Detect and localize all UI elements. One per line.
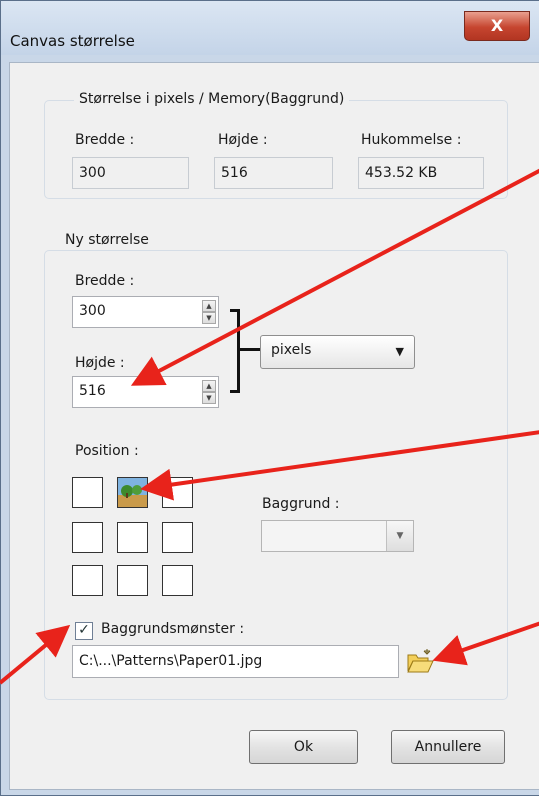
chevron-down-icon: ▼ xyxy=(395,345,404,358)
width-up-arrow-icon[interactable]: ▲ xyxy=(202,300,216,312)
pattern-label: Baggrundsmønster : xyxy=(101,621,245,637)
current-height-label: Højde : xyxy=(218,132,268,148)
position-middle-left[interactable] xyxy=(72,522,103,553)
current-memory-field: 453.52 KB xyxy=(358,157,484,189)
chevron-down-icon[interactable]: ▼ xyxy=(386,521,413,551)
window-title: Canvas størrelse xyxy=(10,32,135,50)
link-bracket-stub xyxy=(240,348,260,351)
position-middle-right[interactable] xyxy=(162,522,193,553)
background-label: Baggrund : xyxy=(262,496,340,512)
link-bracket xyxy=(230,309,240,393)
position-label: Position : xyxy=(75,443,139,459)
new-height-stepper[interactable]: 516 ▲ ▼ xyxy=(72,376,219,408)
ok-button[interactable]: Ok xyxy=(249,730,358,764)
close-icon: X xyxy=(490,16,504,35)
new-width-value: 300 xyxy=(79,303,106,319)
pattern-checkbox[interactable]: ✓ xyxy=(75,622,93,640)
position-top-center[interactable] xyxy=(117,477,148,508)
new-height-value: 516 xyxy=(79,383,106,399)
background-color-dropdown[interactable]: ▼ xyxy=(261,520,414,552)
position-top-left[interactable] xyxy=(72,477,103,508)
new-height-label: Højde : xyxy=(75,355,125,371)
close-button[interactable]: X xyxy=(464,11,530,41)
height-up-arrow-icon[interactable]: ▲ xyxy=(202,380,216,392)
current-width-field: 300 xyxy=(72,157,189,189)
position-center[interactable] xyxy=(117,522,148,553)
pattern-path-field[interactable]: C:\...\Patterns\Paper01.jpg xyxy=(72,645,399,678)
title-bar: Canvas størrelse X xyxy=(1,1,539,55)
landscape-image-icon xyxy=(118,478,147,507)
height-down-arrow-icon[interactable]: ▼ xyxy=(202,392,216,404)
unit-dropdown[interactable]: pixels ▼ xyxy=(260,335,415,369)
unit-selected: pixels xyxy=(271,342,312,358)
new-size-group-title: Ny størrelse xyxy=(60,232,154,248)
width-down-arrow-icon[interactable]: ▼ xyxy=(202,312,216,324)
current-size-group-title: Størrelse i pixels / Memory(Baggrund) xyxy=(74,91,350,107)
current-width-label: Bredde : xyxy=(75,132,135,148)
current-height-field: 516 xyxy=(214,157,333,189)
position-bottom-right[interactable] xyxy=(162,565,193,596)
current-memory-label: Hukommelse : xyxy=(361,132,462,148)
position-bottom-center[interactable] xyxy=(117,565,148,596)
new-width-label: Bredde : xyxy=(75,273,135,289)
check-icon: ✓ xyxy=(78,622,90,638)
cancel-button[interactable]: Annullere xyxy=(391,730,505,764)
position-top-right[interactable] xyxy=(162,477,193,508)
folder-open-icon[interactable] xyxy=(406,649,434,675)
new-width-stepper[interactable]: 300 ▲ ▼ xyxy=(72,296,219,328)
position-bottom-left[interactable] xyxy=(72,565,103,596)
